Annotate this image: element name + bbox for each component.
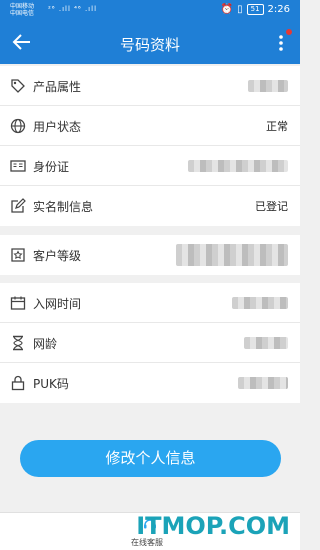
row-label: PUK码 [33,377,69,391]
list-item-customer-level[interactable]: 客户等级 [0,235,300,275]
list-item-user-status[interactable]: 用户状态 正常 [0,106,300,146]
masked-value [238,377,288,389]
carrier-1: 中国移动 [10,3,35,10]
hourglass-icon [13,335,23,351]
row-label: 用户状态 [33,120,82,134]
vibrate-icon: ▯ [237,4,243,15]
masked-value [232,297,288,309]
row-value: 正常 [266,120,288,133]
list-item-join-time[interactable]: 入网时间 [0,283,300,323]
edit-icon [11,198,26,213]
masked-value [176,244,288,266]
carrier-2: 中国电信 [10,10,35,17]
row-label: 身份证 [33,160,70,174]
tag-icon [11,79,25,93]
row-value: 已登记 [255,200,288,213]
battery-icon: 51 [246,4,264,15]
watermark: ITMOP.COM [136,512,290,540]
list-item-puk[interactable]: PUK码 [0,363,300,403]
globe-icon [10,118,26,134]
app-bar: 号码资料 [0,22,300,64]
carrier-info: 中国移动 中国电信 [10,3,34,17]
masked-value [188,160,288,172]
list-item-id-card[interactable]: 身份证 [0,146,300,186]
status-right: ⏰ ▯ 51 2:26 [221,4,290,15]
row-label: 产品属性 [33,80,82,94]
list-item-network-age[interactable]: 网龄 [0,323,300,363]
page-title: 号码资料 [119,36,180,54]
list-item-product[interactable]: 产品属性 [0,66,300,106]
id-card-icon [10,160,26,172]
edit-personal-info-button[interactable]: 修改个人信息 [20,440,281,477]
row-label: 客户等级 [33,249,82,263]
info-group-account: 入网时间 网龄 PUK码 [0,283,300,403]
masked-value [248,80,288,92]
star-badge-icon [11,248,25,262]
status-bar: 中国移动 中国电信 ²⁶ .ıll ⁴⁶ .ıll ⏰ ▯ 51 2:26 [0,0,300,22]
info-group-level: 客户等级 [0,235,300,275]
lock-icon [11,375,25,391]
signal-icon: ²⁶ .ıll ⁴⁶ .ıll [48,5,98,13]
status-time: 2:26 [267,4,290,15]
row-label: 入网时间 [33,297,82,311]
info-group-basic: 产品属性 用户状态 正常 身份证 实名制信息 已登记 [0,66,300,226]
row-label: 网龄 [33,337,58,351]
notification-badge [286,29,292,35]
list-item-real-name[interactable]: 实名制信息 已登记 [0,186,300,226]
row-label: 实名制信息 [33,200,94,214]
more-options-icon[interactable] [274,31,288,55]
alarm-icon: ⏰ [220,4,234,15]
masked-value [244,337,288,349]
calendar-icon [10,296,26,310]
